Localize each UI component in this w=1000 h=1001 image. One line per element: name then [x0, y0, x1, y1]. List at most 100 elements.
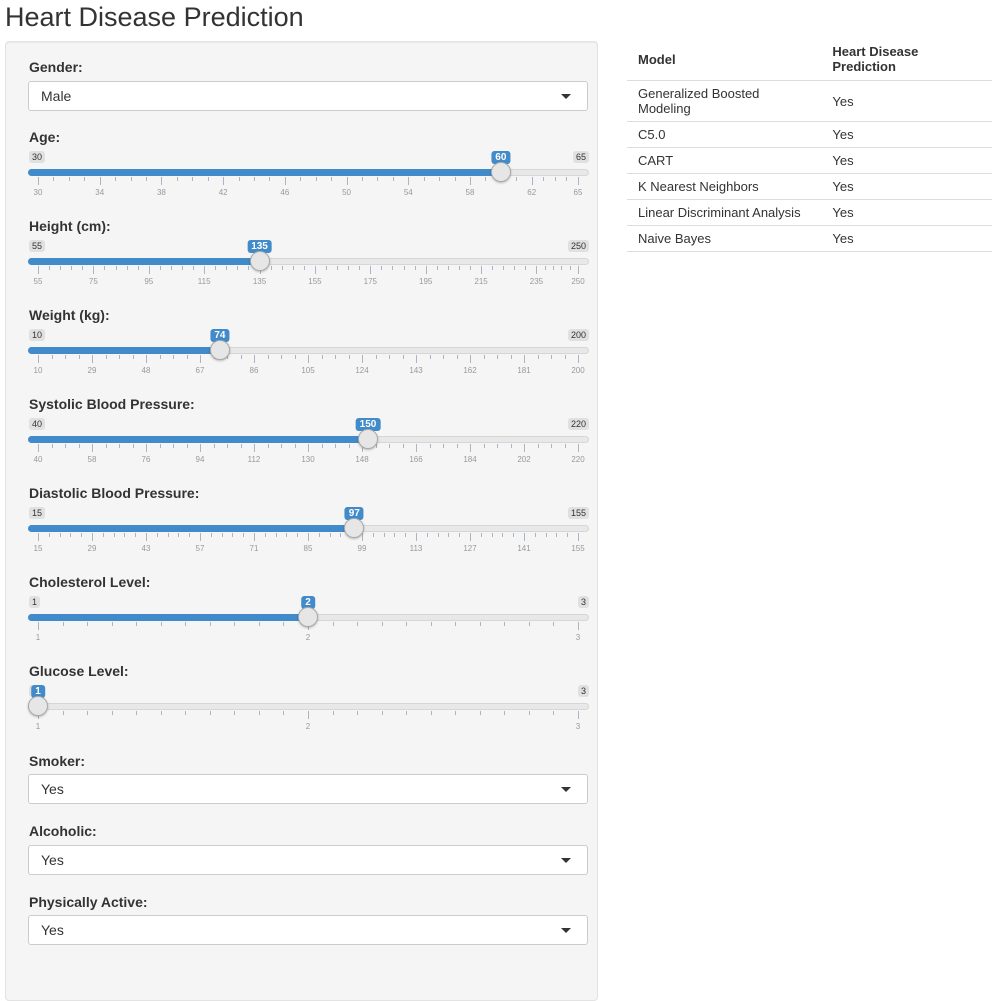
slider-tick — [531, 177, 533, 185]
chevron-down-icon — [561, 928, 571, 933]
slider-tick — [93, 266, 95, 274]
slider-minor-tick — [456, 355, 458, 359]
slider-minor-tick — [81, 533, 83, 537]
slider-tick-label: 95 — [144, 277, 154, 286]
slider-minor-tick — [160, 622, 162, 626]
slider-minor-tick — [186, 355, 188, 359]
alcoholic-select[interactable]: Yes — [28, 845, 588, 875]
smoker-label: Smoker: — [29, 753, 86, 769]
slider-tick-label: 62 — [527, 188, 537, 197]
slider-minor-tick — [543, 177, 545, 181]
active-label: Physically Active: — [29, 894, 148, 910]
slider-minor-tick — [456, 444, 458, 448]
slider-tick-label: 113 — [409, 544, 423, 553]
slider-tick-label: 57 — [195, 544, 205, 553]
slider-handle[interactable] — [358, 429, 378, 449]
slider-minor-tick — [348, 266, 350, 270]
slider-tick-label: 127 — [463, 544, 477, 553]
slider-tick-label: 50 — [342, 188, 352, 197]
smoker-select[interactable]: Yes — [28, 774, 588, 804]
slider-minor-tick — [136, 711, 138, 715]
slider-tick — [200, 444, 201, 452]
slider-minor-tick — [221, 533, 223, 537]
model-name: K Nearest Neighbors — [627, 173, 822, 200]
slider-tick-label: 1 — [35, 633, 41, 642]
slider-tick-label: 3 — [575, 722, 581, 731]
diastolic-slider[interactable]: 15 155 15 29 43 57 71 85 99 113 127 141 155 97 — [28, 507, 589, 567]
slider-handle[interactable] — [490, 162, 511, 182]
slider-minor-tick — [258, 622, 260, 626]
slider-minor-tick — [566, 177, 568, 181]
slider-tick-label: 40 — [33, 455, 43, 464]
slider-tick-label: 195 — [419, 277, 433, 286]
slider-handle[interactable] — [249, 251, 270, 271]
slider-tick-label: 175 — [363, 277, 377, 286]
slider-minor-tick — [209, 711, 211, 715]
slider-minor-tick — [553, 266, 555, 270]
slider-minor-tick — [248, 266, 250, 270]
active-value: Yes — [41, 922, 64, 938]
slider-minor-tick — [537, 355, 539, 359]
slider-minor-tick — [430, 622, 432, 626]
slider-minor-tick — [62, 711, 64, 715]
slider-track[interactable] — [28, 703, 589, 710]
slider-minor-tick — [78, 355, 80, 359]
slider-tick — [308, 444, 309, 452]
table-row: CART Yes — [627, 147, 992, 174]
slider-tick — [362, 355, 363, 363]
slider-minor-tick — [234, 622, 236, 626]
slider-minor-tick — [459, 533, 461, 537]
slider-minor-tick — [335, 444, 336, 448]
slider-minor-tick — [111, 711, 113, 715]
gender-select[interactable]: Male — [28, 81, 588, 111]
slider-minor-tick — [178, 533, 180, 537]
slider-tick — [38, 266, 39, 274]
cholesterol-slider[interactable]: 131232 — [28, 596, 589, 656]
slider-tick-label: 99 — [357, 544, 367, 553]
slider-minor-tick — [455, 711, 457, 715]
slider-handle[interactable] — [209, 340, 230, 360]
slider-tick-label: 85 — [303, 544, 313, 553]
slider-minor-tick — [173, 355, 174, 359]
slider-minor-tick — [534, 533, 536, 537]
slider-minor-tick — [115, 266, 117, 270]
slider-minor-tick — [514, 266, 516, 270]
slider-minor-tick — [240, 355, 242, 359]
slider-handle[interactable] — [298, 607, 318, 627]
slider-minor-tick — [192, 177, 194, 181]
prediction-value: Yes — [821, 147, 992, 174]
smoker-value: Yes — [41, 781, 64, 797]
slider-tick — [284, 177, 286, 185]
slider-minor-tick — [49, 266, 51, 270]
slider-handle[interactable] — [28, 696, 48, 716]
height-slider[interactable]: 55 250 55 75 95 115 135 155 175 195 215 235 250 135 — [28, 240, 589, 300]
gender-value: Male — [41, 88, 72, 104]
slider-tick-label: 2 — [305, 722, 311, 731]
slider-minor-tick — [479, 622, 481, 626]
slider-minor-tick — [381, 622, 383, 626]
slider-max-label: 3 — [577, 685, 589, 697]
model-name: CART — [627, 147, 822, 174]
slider-minor-tick — [193, 266, 195, 270]
weight-slider[interactable]: 10 200 10 29 48 67 86 105 124 143 162 181 200 74 — [28, 329, 589, 389]
slider-minor-tick — [71, 266, 73, 270]
slider-minor-tick — [406, 622, 408, 626]
model-name: C5.0 — [627, 121, 822, 148]
slider-minor-tick — [454, 177, 456, 181]
active-select[interactable]: Yes — [28, 915, 588, 945]
slider-minor-tick — [258, 711, 260, 715]
slider-minor-tick — [537, 444, 539, 448]
systolic-slider[interactable]: 40 220 40 58 76 94 112 130 148 166 184 202 220 150 — [28, 418, 589, 478]
slider-minor-tick — [545, 533, 547, 537]
slider-handle[interactable] — [344, 518, 365, 538]
age-slider[interactable]: 30 65 30 34 38 42 46 50 54 58 62 65 60 — [28, 151, 589, 211]
slider-tick-label: 115 — [197, 277, 211, 286]
slider-minor-tick — [504, 622, 506, 626]
slider-minor-tick — [436, 266, 438, 270]
slider-tick-label: 54 — [403, 188, 413, 197]
slider-tick-label: 76 — [141, 455, 151, 464]
slider-minor-tick — [189, 533, 191, 537]
slider-tick — [314, 266, 316, 274]
glucose-slider[interactable]: 131231 — [28, 685, 589, 745]
slider-fill — [28, 614, 308, 621]
